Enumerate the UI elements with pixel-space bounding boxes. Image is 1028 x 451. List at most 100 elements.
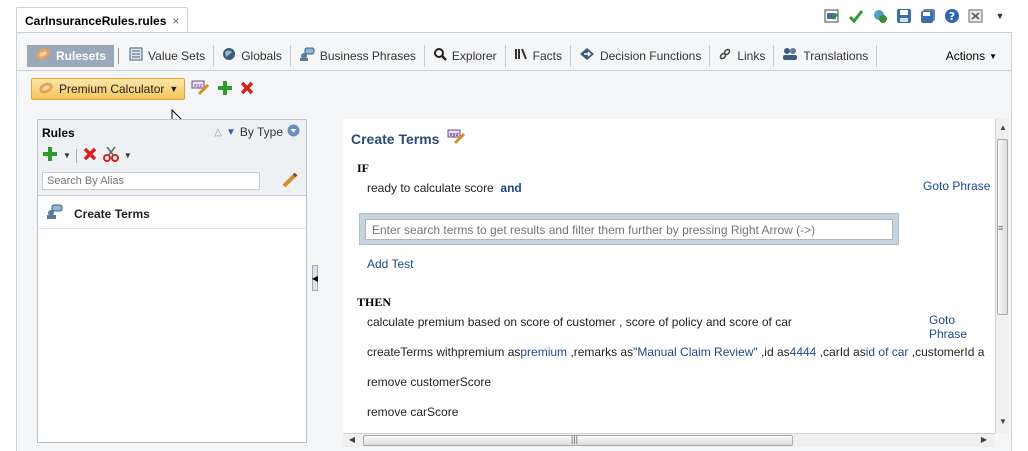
tab-value-sets[interactable]: Value Sets [121,44,215,67]
rules-panel-title: Rules [42,126,75,140]
if-label: IF [357,161,369,175]
add-rule-icon[interactable] [42,146,58,165]
action-line[interactable]: remove carScore [367,405,458,419]
add-test-link[interactable]: Add Test [367,257,413,271]
rule-title-text: Create Terms [351,130,440,147]
tab-label: Globals [241,48,282,63]
action-value[interactable]: 4444 [790,345,817,359]
chevron-down-icon[interactable] [287,124,300,140]
rule-label: Create Terms [74,206,150,221]
action-text: ,id as [757,345,790,359]
generate-icon[interactable] [872,8,888,24]
chevron-down-icon[interactable]: ▼ [124,151,132,160]
action-text: ,remarks as [567,345,634,359]
collapse-panel-handle[interactable]: ◀ [312,265,318,291]
tab-label: Rulesets [56,48,107,63]
tab-rulesets[interactable]: Rulesets [27,44,115,67]
action-value[interactable]: "Manual Claim Review" [633,345,758,359]
help-icon[interactable]: ? [944,8,960,24]
close-panel-icon[interactable] [968,8,984,24]
tab-label: Business Phrases [319,48,416,63]
sort-descending-icon[interactable]: ▼ [226,127,236,138]
checkmark-icon[interactable] [848,8,864,24]
goto-phrase-link[interactable]: Goto Phrase [923,179,990,193]
grip-icon: ||| [571,434,579,444]
goto-phrase-link[interactable]: Goto Phrase [929,313,995,341]
close-tab-icon[interactable]: × [172,15,179,27]
dropdown-icon[interactable]: ▼ [992,8,1008,24]
ruleset-selector[interactable]: Premium Calculator ▼ [31,78,186,100]
edit-ruleset-icon[interactable]: xyz [191,80,211,99]
action-text: createTerms withpremium as [367,345,521,359]
condition-operator[interactable]: and [500,181,521,195]
list-item[interactable]: Create Terms [46,204,150,223]
cut-rule-icon[interactable] [102,146,119,165]
divider [75,148,77,163]
add-ruleset-icon[interactable] [217,80,233,99]
action-line[interactable]: createTerms withpremium aspremium ,remar… [367,345,984,359]
action-value[interactable]: premium [520,345,567,359]
condition-line[interactable]: ready to calculate score and [367,181,522,195]
rule-icon [46,204,64,223]
horizontal-scrollbar[interactable]: ◀ ||| ▶ [343,433,995,447]
tab-label: Explorer [451,48,497,63]
navigation-bar: Rulesets Value Sets Globals Business Phr… [17,41,1011,71]
tab-explorer[interactable]: Explorer [425,44,506,67]
scroll-right-icon[interactable]: ▶ [979,435,989,444]
search-terms-area [359,213,899,245]
delete-rule-icon[interactable] [82,146,98,165]
action-value[interactable]: id of car [866,345,909,359]
tab-business-phrases[interactable]: Business Phrases [291,44,425,67]
rulesets-icon [35,47,51,64]
links-icon [718,47,732,64]
document-tab-label: CarInsuranceRules.rules [25,13,167,28]
divider [118,47,120,64]
scroll-down-icon[interactable]: ▼ [998,417,1008,427]
tab-label: Facts [532,48,562,63]
condition-text: ready to calculate score [367,181,494,195]
search-terms-input[interactable] [365,219,893,240]
tab-decision-functions[interactable]: Decision Functions [571,44,711,67]
svg-text:xyz: xyz [450,132,459,138]
scroll-up-icon[interactable]: ▲ [998,123,1008,133]
ruleset-icon [38,81,54,98]
ruleset-toolbar: Premium Calculator ▼ xyz [31,77,255,101]
document-toolbar: ? ▼ [824,8,1008,24]
action-line[interactable]: remove customerScore [367,375,491,389]
tab-globals[interactable]: Globals [214,44,291,67]
facts-icon [514,47,528,64]
sort-control[interactable]: △ ▼ By Type [214,124,300,140]
search-icon [433,47,447,64]
edit-icon[interactable] [282,172,298,191]
globals-icon [222,47,236,64]
rule-editor: Create Terms xyz IF ready to calculate s… [343,119,995,433]
actions-label: Actions [945,49,986,63]
search-input[interactable] [42,172,260,190]
sort-ascending-icon[interactable]: △ [214,127,222,138]
chevron-down-icon: ▼ [169,84,179,94]
action-text: ,carId as [816,345,866,359]
scroll-left-icon[interactable]: ◀ [347,435,357,444]
grip-icon: ≡ [998,223,1004,233]
save-icon[interactable] [896,8,912,24]
actions-menu[interactable]: Actions ▼ [946,45,997,67]
validate-icon[interactable] [824,8,840,24]
save-all-icon[interactable] [920,8,936,24]
tab-translations[interactable]: Translations [774,44,878,67]
tab-links[interactable]: Links [710,44,775,67]
chevron-down-icon[interactable]: ▼ [63,151,71,160]
delete-ruleset-icon[interactable] [239,80,255,99]
vertical-scrollbar[interactable]: ▲ ≡ ▼ [995,119,1009,433]
business-phrases-icon [299,47,315,64]
action-text: ,customerId a [908,345,985,359]
svg-text:xyz: xyz [194,83,203,89]
document-tab[interactable]: CarInsuranceRules.rules × [16,7,189,33]
tab-facts[interactable]: Facts [506,44,571,67]
action-line[interactable]: calculate premium based on score of cust… [367,315,792,329]
rules-toolbar: ▼ ▼ [42,146,132,165]
document-tab-bar: CarInsuranceRules.rules × ? ▼ [0,0,1028,33]
rule-title: Create Terms xyz [351,129,467,148]
sort-label: By Type [239,125,283,139]
edit-rule-icon[interactable]: xyz [447,129,467,148]
svg-text:?: ? [949,10,955,23]
